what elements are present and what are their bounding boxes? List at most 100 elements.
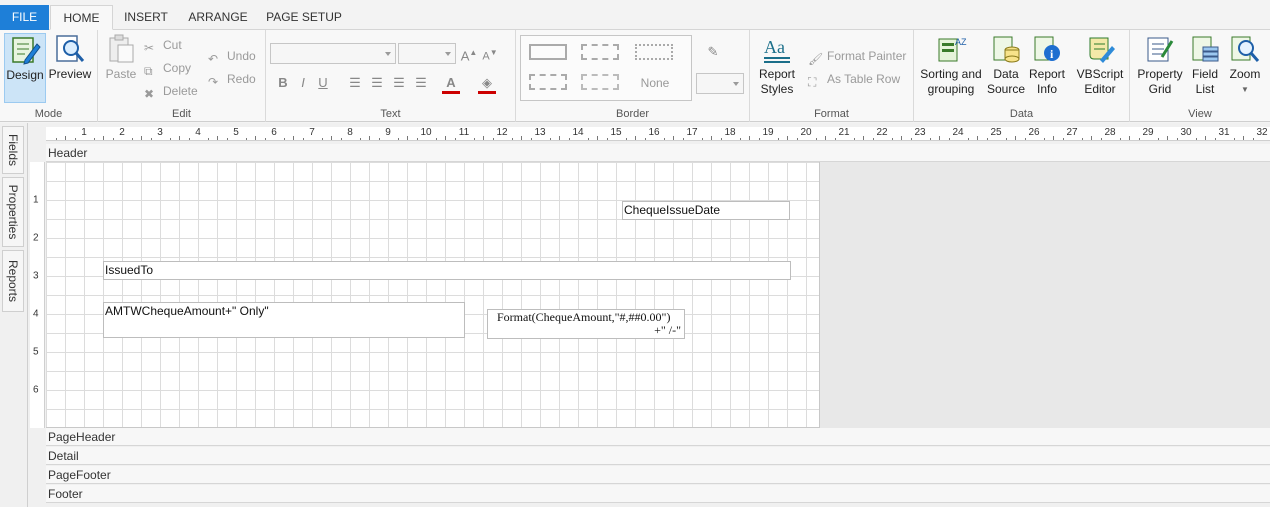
ruler-tick <box>739 138 741 140</box>
design-button[interactable]: Design <box>4 33 46 103</box>
border-color-button[interactable]: ✎ <box>698 42 728 62</box>
italic-button[interactable]: I <box>294 73 312 93</box>
font-family-select[interactable] <box>270 43 396 64</box>
ruler-tick <box>559 136 560 140</box>
ruler-number: 19 <box>762 127 774 138</box>
ruler-tick <box>986 138 988 140</box>
report-info-button[interactable]: i Report Info <box>1027 33 1067 103</box>
border-style-gallery[interactable]: None <box>520 35 692 101</box>
tab-file[interactable]: FILE <box>0 5 49 30</box>
data-source-button[interactable]: Data Source <box>986 33 1026 103</box>
property-grid-label: Property Grid <box>1137 67 1183 96</box>
grow-font-button[interactable]: A▲ <box>460 43 478 63</box>
ruler-tick <box>302 138 304 140</box>
shrink-font-button[interactable]: A▼ <box>481 43 499 63</box>
report-styles-button[interactable]: Aa Report Styles <box>754 33 800 103</box>
fill-color-icon[interactable]: ◈ <box>478 73 496 94</box>
tab-home[interactable]: HOME <box>50 5 113 30</box>
band-detail[interactable]: Detail <box>46 447 1270 465</box>
cut-button[interactable]: ✂ Cut <box>144 35 182 55</box>
preview-button[interactable]: Preview <box>47 33 93 103</box>
ruler-tick <box>264 138 266 140</box>
ruler-number: 21 <box>838 127 850 138</box>
ruler-tick <box>226 138 228 140</box>
sorting-grouping-button[interactable]: AZ Sorting and grouping <box>918 33 984 103</box>
border-group-label: Border <box>615 108 650 120</box>
ruler-number: 25 <box>990 127 1002 138</box>
paste-icon <box>109 34 134 63</box>
ruler-tick <box>217 136 218 140</box>
zoom-button[interactable]: Zoom ▼ <box>1226 33 1264 103</box>
align-right-button[interactable]: ☰ <box>390 73 408 93</box>
format-group: Aa Report Styles 🖌 Format Painter ⛶ As Tab… <box>750 30 914 122</box>
border-dotted-swatch[interactable] <box>635 44 673 60</box>
fields-tab[interactable]: Fields <box>2 126 24 174</box>
ruler-tick <box>910 138 912 140</box>
band-header[interactable]: Header <box>46 144 1270 162</box>
ruler-number: 30 <box>1180 127 1192 138</box>
ruler-tick <box>188 138 190 140</box>
ruler-tick <box>321 138 323 140</box>
ruler-tick <box>606 138 608 140</box>
ruler-tick <box>1138 138 1140 140</box>
ruler-tick <box>1062 138 1064 140</box>
band-page-header[interactable]: PageHeader <box>46 428 1270 446</box>
ruler-tick <box>1005 138 1007 140</box>
field-list-button[interactable]: Field List <box>1187 33 1223 103</box>
ruler-tick <box>891 138 893 140</box>
ruler-tick <box>749 136 750 140</box>
border-none-option[interactable]: None <box>635 76 675 90</box>
ruler-tick <box>1053 136 1054 140</box>
ruler-tick <box>1119 138 1121 140</box>
band-page-footer[interactable]: PageFooter <box>46 466 1270 484</box>
border-dashed-swatch[interactable] <box>581 44 619 60</box>
tab-arrange[interactable]: ARRANGE <box>181 5 255 30</box>
undo-button[interactable]: ↶ Undo <box>208 46 256 66</box>
border-dashdot-swatch[interactable] <box>529 74 567 90</box>
cheque-issue-date-field[interactable]: ChequeIssueDate <box>622 201 790 220</box>
property-grid-button[interactable]: Property Grid <box>1134 33 1186 103</box>
align-center-button[interactable]: ☰ <box>368 73 386 93</box>
ruler-number: 20 <box>800 127 812 138</box>
ruler-tick <box>853 138 855 140</box>
font-color-button[interactable]: A <box>442 73 460 94</box>
band-footer[interactable]: Footer <box>46 485 1270 503</box>
format-painter-button[interactable]: 🖌 Format Painter <box>808 46 906 66</box>
copy-button[interactable]: ⧉ Copy <box>144 58 191 78</box>
as-table-row-button[interactable]: ⛶ As Table Row <box>808 69 900 89</box>
delete-button[interactable]: ✖ Delete <box>144 81 198 101</box>
paste-button[interactable]: Paste <box>102 33 140 89</box>
align-left-button[interactable]: ☰ <box>346 73 364 93</box>
redo-button[interactable]: ↷ Redo <box>208 69 256 89</box>
justify-button[interactable]: ☰ <box>412 73 430 93</box>
ruler-tick <box>473 138 475 140</box>
ruler-tick <box>1195 138 1197 140</box>
header-band-canvas[interactable]: ChequeIssueDate IssuedTo AMTWChequeAmoun… <box>46 162 820 428</box>
amount-words-field[interactable]: AMTWChequeAmount+" Only" <box>103 302 465 338</box>
vbscript-editor-button[interactable]: VBScript Editor <box>1074 33 1126 103</box>
border-double-swatch[interactable] <box>581 74 619 90</box>
border-width-select[interactable] <box>696 73 744 94</box>
reports-tab-label: Reports <box>6 259 20 303</box>
amount-format-field[interactable]: Format(ChequeAmount,"#,##0.00") +" /-" <box>487 309 685 339</box>
ruler-tick <box>492 138 494 140</box>
reports-tab[interactable]: Reports <box>2 250 24 312</box>
ruler-tick <box>863 136 864 140</box>
font-size-select[interactable] <box>398 43 456 64</box>
ruler-tick <box>359 138 361 140</box>
as-table-row-label: As Table Row <box>827 72 901 86</box>
field-list-icon <box>1192 36 1219 62</box>
border-solid-swatch[interactable] <box>529 44 567 60</box>
bold-button[interactable]: B <box>274 73 292 93</box>
issued-to-field[interactable]: IssuedTo <box>103 261 791 280</box>
ruler-tick <box>1024 138 1026 140</box>
ruler-tick <box>435 138 437 140</box>
ruler-number: 3 <box>33 270 39 282</box>
ruler-tick <box>673 136 674 140</box>
ruler-number: 4 <box>195 127 201 138</box>
properties-tab[interactable]: Properties <box>2 177 24 247</box>
underline-button[interactable]: U <box>314 73 332 93</box>
tab-page-setup[interactable]: PAGE SETUP <box>262 5 346 30</box>
tab-insert[interactable]: INSERT <box>118 5 174 30</box>
ruler-number: 17 <box>686 127 698 138</box>
